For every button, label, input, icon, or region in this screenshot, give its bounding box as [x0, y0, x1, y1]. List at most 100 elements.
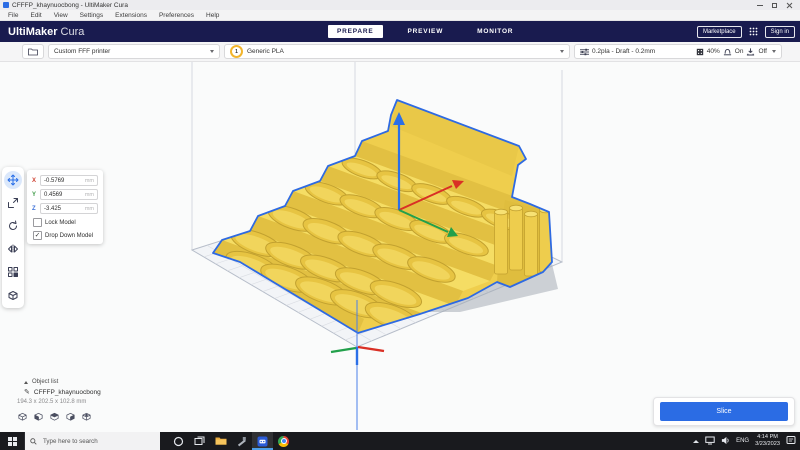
object-list-toggle[interactable]: Object list	[24, 377, 101, 387]
position-panel: X -0.5769 mm Y 0.4569 mm Z -3.425 mm Lock M…	[27, 170, 103, 244]
menu-settings[interactable]: Settings	[74, 12, 110, 19]
apps-grid-icon[interactable]	[749, 27, 758, 36]
move-icon	[7, 174, 19, 186]
chevron-up-icon	[24, 380, 28, 384]
printer-name: Custom FFF printer	[54, 48, 111, 55]
support-blocker-icon	[8, 291, 18, 300]
stage-tabs: PREPARE PREVIEW MONITOR	[328, 21, 522, 42]
task-view-icon[interactable]	[189, 432, 210, 450]
z-axis-label: Z	[32, 205, 36, 212]
start-button[interactable]	[0, 432, 24, 450]
support-value: Off	[758, 48, 767, 55]
search-icon	[30, 437, 37, 445]
windows-taskbar: ENG 4:14 PM 3/23/2023	[0, 432, 800, 450]
taskbar-cura-icon[interactable]	[252, 432, 273, 450]
sign-in-button[interactable]: Sign in	[764, 25, 795, 38]
viewport-3d[interactable]	[0, 62, 800, 432]
material-name: Generic PLA	[247, 48, 284, 55]
view-3d-icon[interactable]	[17, 409, 28, 427]
slice-panel: Slice	[653, 397, 795, 426]
ultimaker-cura-logo: UltiMaker Cura	[8, 25, 85, 38]
chevron-down-icon	[210, 50, 214, 53]
move-tool-button[interactable]	[4, 171, 22, 189]
menu-bar: File Edit View Settings Extensions Prefe…	[0, 10, 800, 21]
infill-icon	[696, 48, 703, 55]
tab-monitor[interactable]: MONITOR	[468, 25, 522, 38]
tab-prepare[interactable]: PREPARE	[328, 25, 383, 38]
menu-file[interactable]: File	[2, 12, 24, 19]
rotate-icon	[9, 220, 17, 230]
maximize-button[interactable]	[772, 2, 777, 8]
rotate-tool-button[interactable]	[4, 217, 22, 235]
print-settings-selector[interactable]: 0.2pla - Draft - 0.2mm 40% On Off	[574, 44, 782, 59]
drop-down-model-checkbox[interactable]: ✓	[33, 231, 42, 240]
windows-logo-icon	[7, 436, 17, 446]
network-icon[interactable]	[705, 432, 715, 450]
per-model-settings-button[interactable]	[4, 263, 22, 281]
tab-preview[interactable]: PREVIEW	[399, 25, 453, 38]
hidden-icons-chevron-icon[interactable]	[693, 439, 700, 443]
extruder-badge: 1	[230, 45, 243, 58]
printer-selector[interactable]: Custom FFF printer	[48, 44, 220, 59]
scale-tool-button[interactable]	[4, 194, 22, 212]
minimize-button[interactable]	[757, 4, 763, 6]
folder-icon	[28, 48, 38, 56]
menu-preferences[interactable]: Preferences	[153, 12, 200, 19]
slice-button[interactable]: Slice	[660, 402, 788, 421]
cortana-icon[interactable]	[168, 432, 189, 450]
mirror-icon	[8, 244, 18, 254]
object-list-item[interactable]: ✎ CFFFP_khaynuocbong	[24, 387, 101, 397]
menu-view[interactable]: View	[48, 12, 74, 19]
pencil-icon[interactable]: ✎	[24, 389, 30, 396]
window-title: CFFFP_khaynuocbong - UltiMaker Cura	[12, 1, 128, 9]
app-header: UltiMaker Cura PREPARE PREVIEW MONITOR Ma…	[0, 21, 800, 42]
view-top-icon[interactable]	[49, 409, 60, 427]
lock-model-label: Lock Model	[45, 219, 76, 226]
open-file-button[interactable]	[22, 44, 44, 59]
configuration-bar: Custom FFF printer 1 Generic PLA 0.2pla …	[0, 42, 800, 62]
view-right-icon[interactable]	[81, 409, 92, 427]
cura-app-icon	[3, 2, 9, 8]
volume-icon[interactable]	[721, 432, 730, 450]
taskbar-clock[interactable]: 4:14 PM 3/23/2023	[755, 434, 780, 448]
lock-model-checkbox[interactable]	[33, 218, 42, 227]
profile-summary: 0.2pla - Draft - 0.2mm	[592, 48, 656, 55]
language-indicator[interactable]: ENG	[736, 438, 749, 444]
per-model-settings-icon	[8, 267, 18, 277]
search-input[interactable]	[41, 436, 155, 446]
model-3d[interactable]	[212, 99, 567, 336]
close-button[interactable]	[786, 2, 793, 9]
menu-extensions[interactable]: Extensions	[109, 12, 153, 19]
chevron-down-icon	[772, 50, 776, 53]
taskbar-search[interactable]	[24, 432, 160, 450]
window-titlebar: CFFFP_khaynuocbong - UltiMaker Cura	[0, 0, 800, 10]
y-position-input[interactable]: 0.4569 mm	[40, 189, 98, 200]
chrome-icon[interactable]	[273, 432, 294, 450]
x-axis-label: X	[32, 177, 37, 184]
sliders-icon	[580, 48, 589, 55]
support-icon	[747, 47, 755, 55]
support-blocker-button[interactable]	[4, 286, 22, 304]
x-position-input[interactable]: -0.5769 mm	[40, 175, 98, 186]
view-left-icon[interactable]	[65, 409, 76, 427]
model-name: CFFFP_khaynuocbong	[33, 388, 101, 396]
marketplace-button[interactable]: Marketplace	[696, 25, 742, 38]
adhesion-icon	[723, 48, 731, 55]
model-dimensions: 194.3 x 202.5 x 102.8 mm	[17, 399, 87, 405]
file-explorer-icon[interactable]	[210, 432, 231, 450]
chevron-down-icon	[560, 50, 564, 53]
system-tray: ENG 4:14 PM 3/23/2023	[693, 432, 800, 450]
notification-center-icon[interactable]	[786, 432, 796, 450]
tool-column	[2, 167, 24, 308]
y-axis-label: Y	[32, 191, 37, 198]
view-front-icon[interactable]	[33, 409, 44, 427]
scale-icon	[8, 198, 18, 208]
adhesion-value: On	[734, 48, 744, 55]
camera-view-presets	[17, 409, 101, 427]
z-position-input[interactable]: -3.425 mm	[40, 203, 98, 214]
material-selector[interactable]: 1 Generic PLA	[224, 44, 570, 59]
menu-edit[interactable]: Edit	[24, 12, 47, 19]
mirror-tool-button[interactable]	[4, 240, 22, 258]
menu-help[interactable]: Help	[200, 12, 225, 19]
app-tool-icon[interactable]	[231, 432, 252, 450]
